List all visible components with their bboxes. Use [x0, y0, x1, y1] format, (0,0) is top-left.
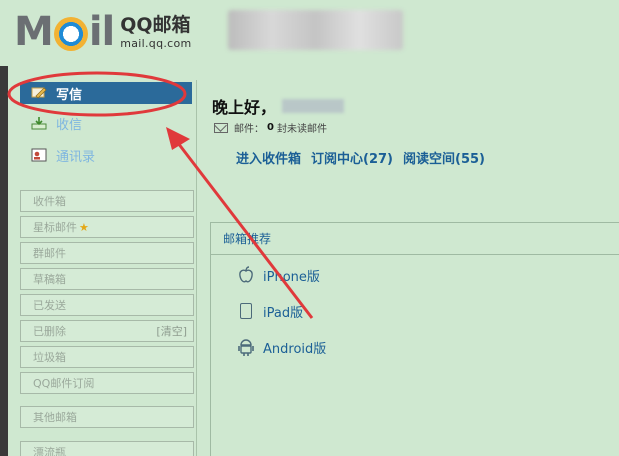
- greeting-text: 晚上好，: [212, 98, 277, 117]
- folder-deleted[interactable]: 已删除 [清空]: [20, 320, 194, 342]
- folder-label: 其他邮箱: [33, 411, 77, 424]
- receive-label: 收信: [56, 117, 83, 133]
- left-edge-bar: [0, 66, 8, 456]
- folder-drift-bottle[interactable]: 漂流瓶: [20, 441, 194, 456]
- qq-mail-logo[interactable]: M il QQ邮箱 mail.qq.com: [14, 8, 192, 56]
- folder-label: 已发送: [33, 299, 66, 312]
- ipad-icon: [237, 301, 255, 321]
- unread-suffix: 封未读邮件: [276, 124, 327, 135]
- folder-label: 群邮件: [33, 247, 66, 260]
- apple-icon: [237, 265, 255, 285]
- recommend-title: 邮箱推荐: [211, 223, 619, 255]
- empty-trash-link[interactable]: [清空]: [156, 323, 187, 339]
- user-name-blurred: [282, 99, 345, 113]
- link-reading-space[interactable]: 阅读空间(55): [403, 148, 485, 167]
- envelope-icon: [214, 122, 228, 133]
- logo-wordmark: M il: [14, 9, 115, 55]
- pencil-icon: [30, 85, 48, 101]
- iphone-label: iPhone版: [263, 269, 320, 285]
- unread-summary: 邮件： 0 封未读邮件: [214, 120, 327, 135]
- star-icon: ★: [79, 221, 89, 234]
- inbox-download-icon: [30, 115, 48, 131]
- logo-o-icon: [53, 17, 88, 51]
- folder-label: 垃圾箱: [33, 351, 66, 364]
- link-subscription-center[interactable]: 订阅中心(27): [311, 148, 393, 167]
- folder-label: 草稿箱: [33, 273, 66, 286]
- folder-label: 已删除: [33, 325, 66, 338]
- unread-count: 0: [267, 122, 274, 133]
- folder-label: 漂流瓶: [33, 446, 66, 456]
- contacts-label: 通讯录: [56, 149, 96, 165]
- compose-label: 写信: [56, 87, 83, 103]
- folder-spam[interactable]: 垃圾箱: [20, 346, 194, 368]
- sidebar: 写信 收信 通讯录 收件箱 星标邮件 ★ 群邮件 草稿箱 已发送 已删除 [清空]…: [8, 66, 194, 456]
- android-label: Android版: [263, 341, 327, 357]
- folder-sent[interactable]: 已发送: [20, 294, 194, 316]
- contact-card-icon: [30, 147, 48, 163]
- folder-label: 收件箱: [33, 195, 66, 208]
- folder-label: QQ邮件订阅: [33, 377, 95, 390]
- ipad-label: iPad版: [263, 305, 304, 321]
- link-inbox[interactable]: 进入收件箱: [236, 148, 301, 167]
- folder-other-mailboxes[interactable]: 其他邮箱: [20, 406, 194, 428]
- folder-label-wrap: 星标邮件 ★: [33, 219, 89, 235]
- folder-label: 星标邮件: [33, 221, 77, 234]
- header: M il QQ邮箱 mail.qq.com: [0, 0, 619, 66]
- content-divider: [196, 80, 197, 456]
- greeting: 晚上好，: [212, 94, 345, 118]
- recommend-panel: 邮箱推荐 iPhone版 iPad版 Android版: [210, 222, 619, 456]
- contacts-button[interactable]: 通讯录: [20, 144, 192, 166]
- folder-inbox[interactable]: 收件箱: [20, 190, 194, 212]
- logo-url: mail.qq.com: [120, 36, 192, 50]
- app-ipad-link[interactable]: iPad版: [237, 301, 303, 321]
- receive-button[interactable]: 收信: [20, 112, 192, 134]
- folder-drafts[interactable]: 草稿箱: [20, 268, 194, 290]
- folder-subscriptions[interactable]: QQ邮件订阅: [20, 372, 194, 394]
- compose-button[interactable]: 写信: [20, 82, 192, 104]
- logo-m: M: [14, 9, 54, 55]
- logo-il: il: [88, 9, 115, 55]
- account-name-blurred: [228, 10, 403, 50]
- logo-caption: QQ邮箱 mail.qq.com: [120, 13, 192, 50]
- android-icon: [237, 337, 255, 357]
- app-iphone-link[interactable]: iPhone版: [237, 265, 320, 285]
- logo-cn: QQ邮箱: [120, 13, 191, 36]
- mail-label: 邮件：: [234, 124, 264, 135]
- quick-links: 进入收件箱 订阅中心(27) 阅读空间(55): [236, 148, 485, 167]
- app-android-link[interactable]: Android版: [237, 337, 326, 357]
- folder-group-mail[interactable]: 群邮件: [20, 242, 194, 264]
- folder-starred[interactable]: 星标邮件 ★: [20, 216, 194, 238]
